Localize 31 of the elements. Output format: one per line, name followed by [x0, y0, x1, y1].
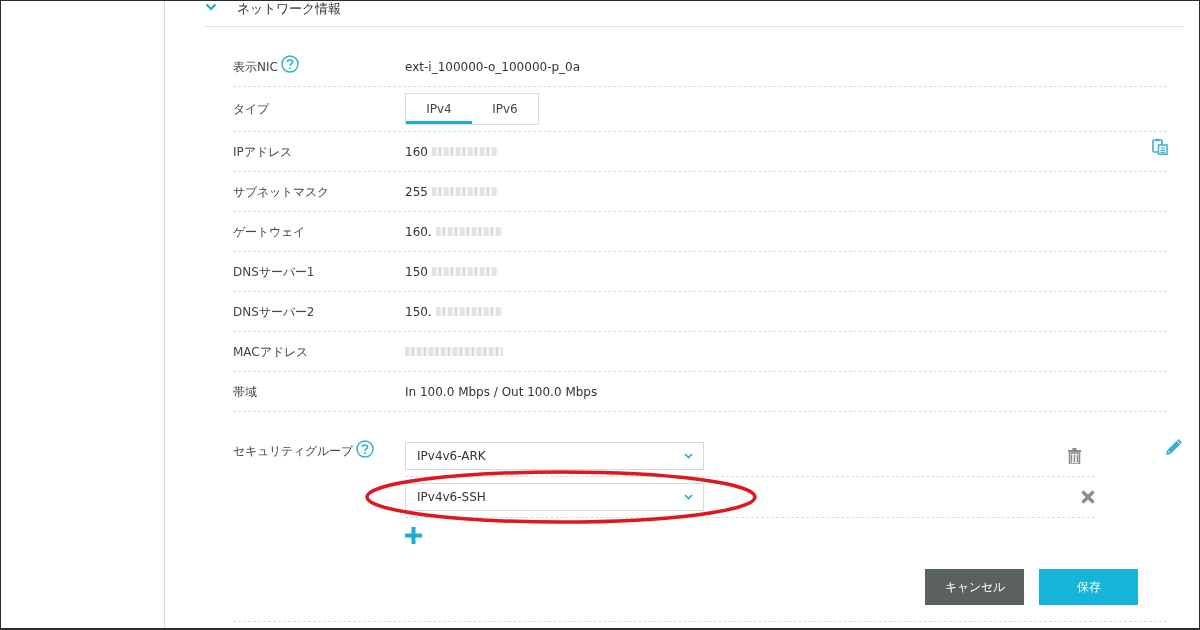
caret-icon [684, 453, 693, 459]
field-label: MACアドレス [233, 343, 308, 360]
field-label: サブネットマスク [233, 183, 329, 200]
field-label: 帯域 [233, 383, 257, 400]
field-value: 255 [405, 183, 428, 200]
help-icon[interactable] [356, 440, 374, 458]
field-label: セキュリティグループ [233, 443, 353, 459]
field-value: 150 [405, 263, 428, 280]
pencil-icon[interactable] [1164, 437, 1184, 457]
add-icon[interactable] [405, 527, 422, 544]
security-group-select[interactable]: IPv4v6-SSH [405, 483, 704, 511]
field-value: 150. [405, 303, 432, 320]
field-value: In 100.0 Mbps / Out 100.0 Mbps [405, 383, 598, 400]
clipboard-icon[interactable] [1152, 138, 1168, 155]
chevron-icon[interactable] [205, 3, 217, 11]
field-value: ext-i_100000-o_100000-p_0a [405, 58, 581, 75]
security-group-select[interactable]: IPv4v6-ARK [405, 442, 704, 470]
field-label: 表示NIC [233, 58, 278, 75]
trash-icon[interactable] [1068, 448, 1081, 464]
caret-icon [684, 494, 693, 500]
section-title: ネットワーク情報 [237, 1, 341, 17]
field-value: 160. [405, 223, 432, 240]
field-label: DNSサーバー1 [233, 263, 315, 280]
field-label: IPアドレス [233, 143, 292, 160]
field-label: ゲートウェイ [233, 223, 305, 240]
cancel-button[interactable]: キャンセル [925, 569, 1024, 605]
field-value: 160 [405, 143, 428, 160]
field-label: DNSサーバー2 [233, 303, 315, 320]
field-label: タイプ [233, 101, 269, 117]
close-icon[interactable] [1081, 490, 1095, 504]
help-icon[interactable] [280, 54, 299, 73]
